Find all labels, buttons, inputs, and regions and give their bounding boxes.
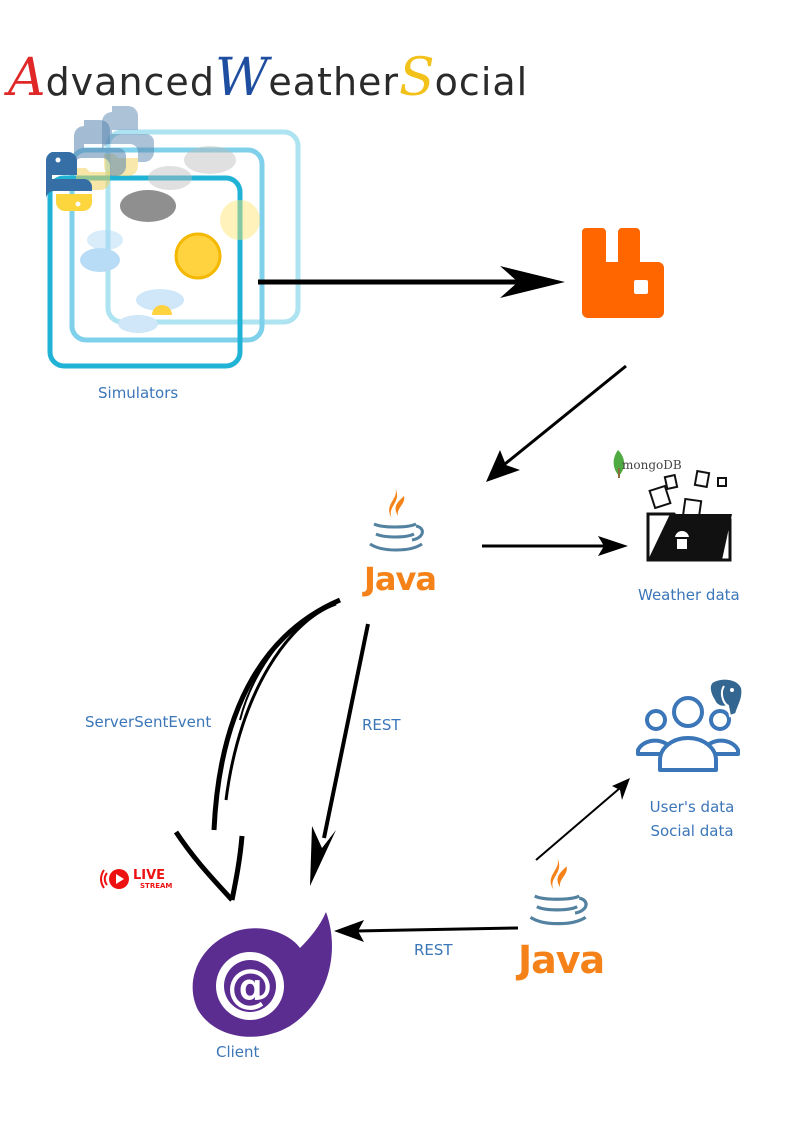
blazor-icon: @ xyxy=(192,912,332,1037)
svg-text:@: @ xyxy=(227,959,273,1013)
live-stream-icon xyxy=(100,869,129,889)
live-label: LIVE xyxy=(133,868,166,883)
client-label: Client xyxy=(216,1043,260,1061)
stream-label: STREAM xyxy=(140,882,173,890)
arrow-rest-java2-to-client xyxy=(334,920,519,942)
rest-edge-label-2: REST xyxy=(414,941,453,959)
